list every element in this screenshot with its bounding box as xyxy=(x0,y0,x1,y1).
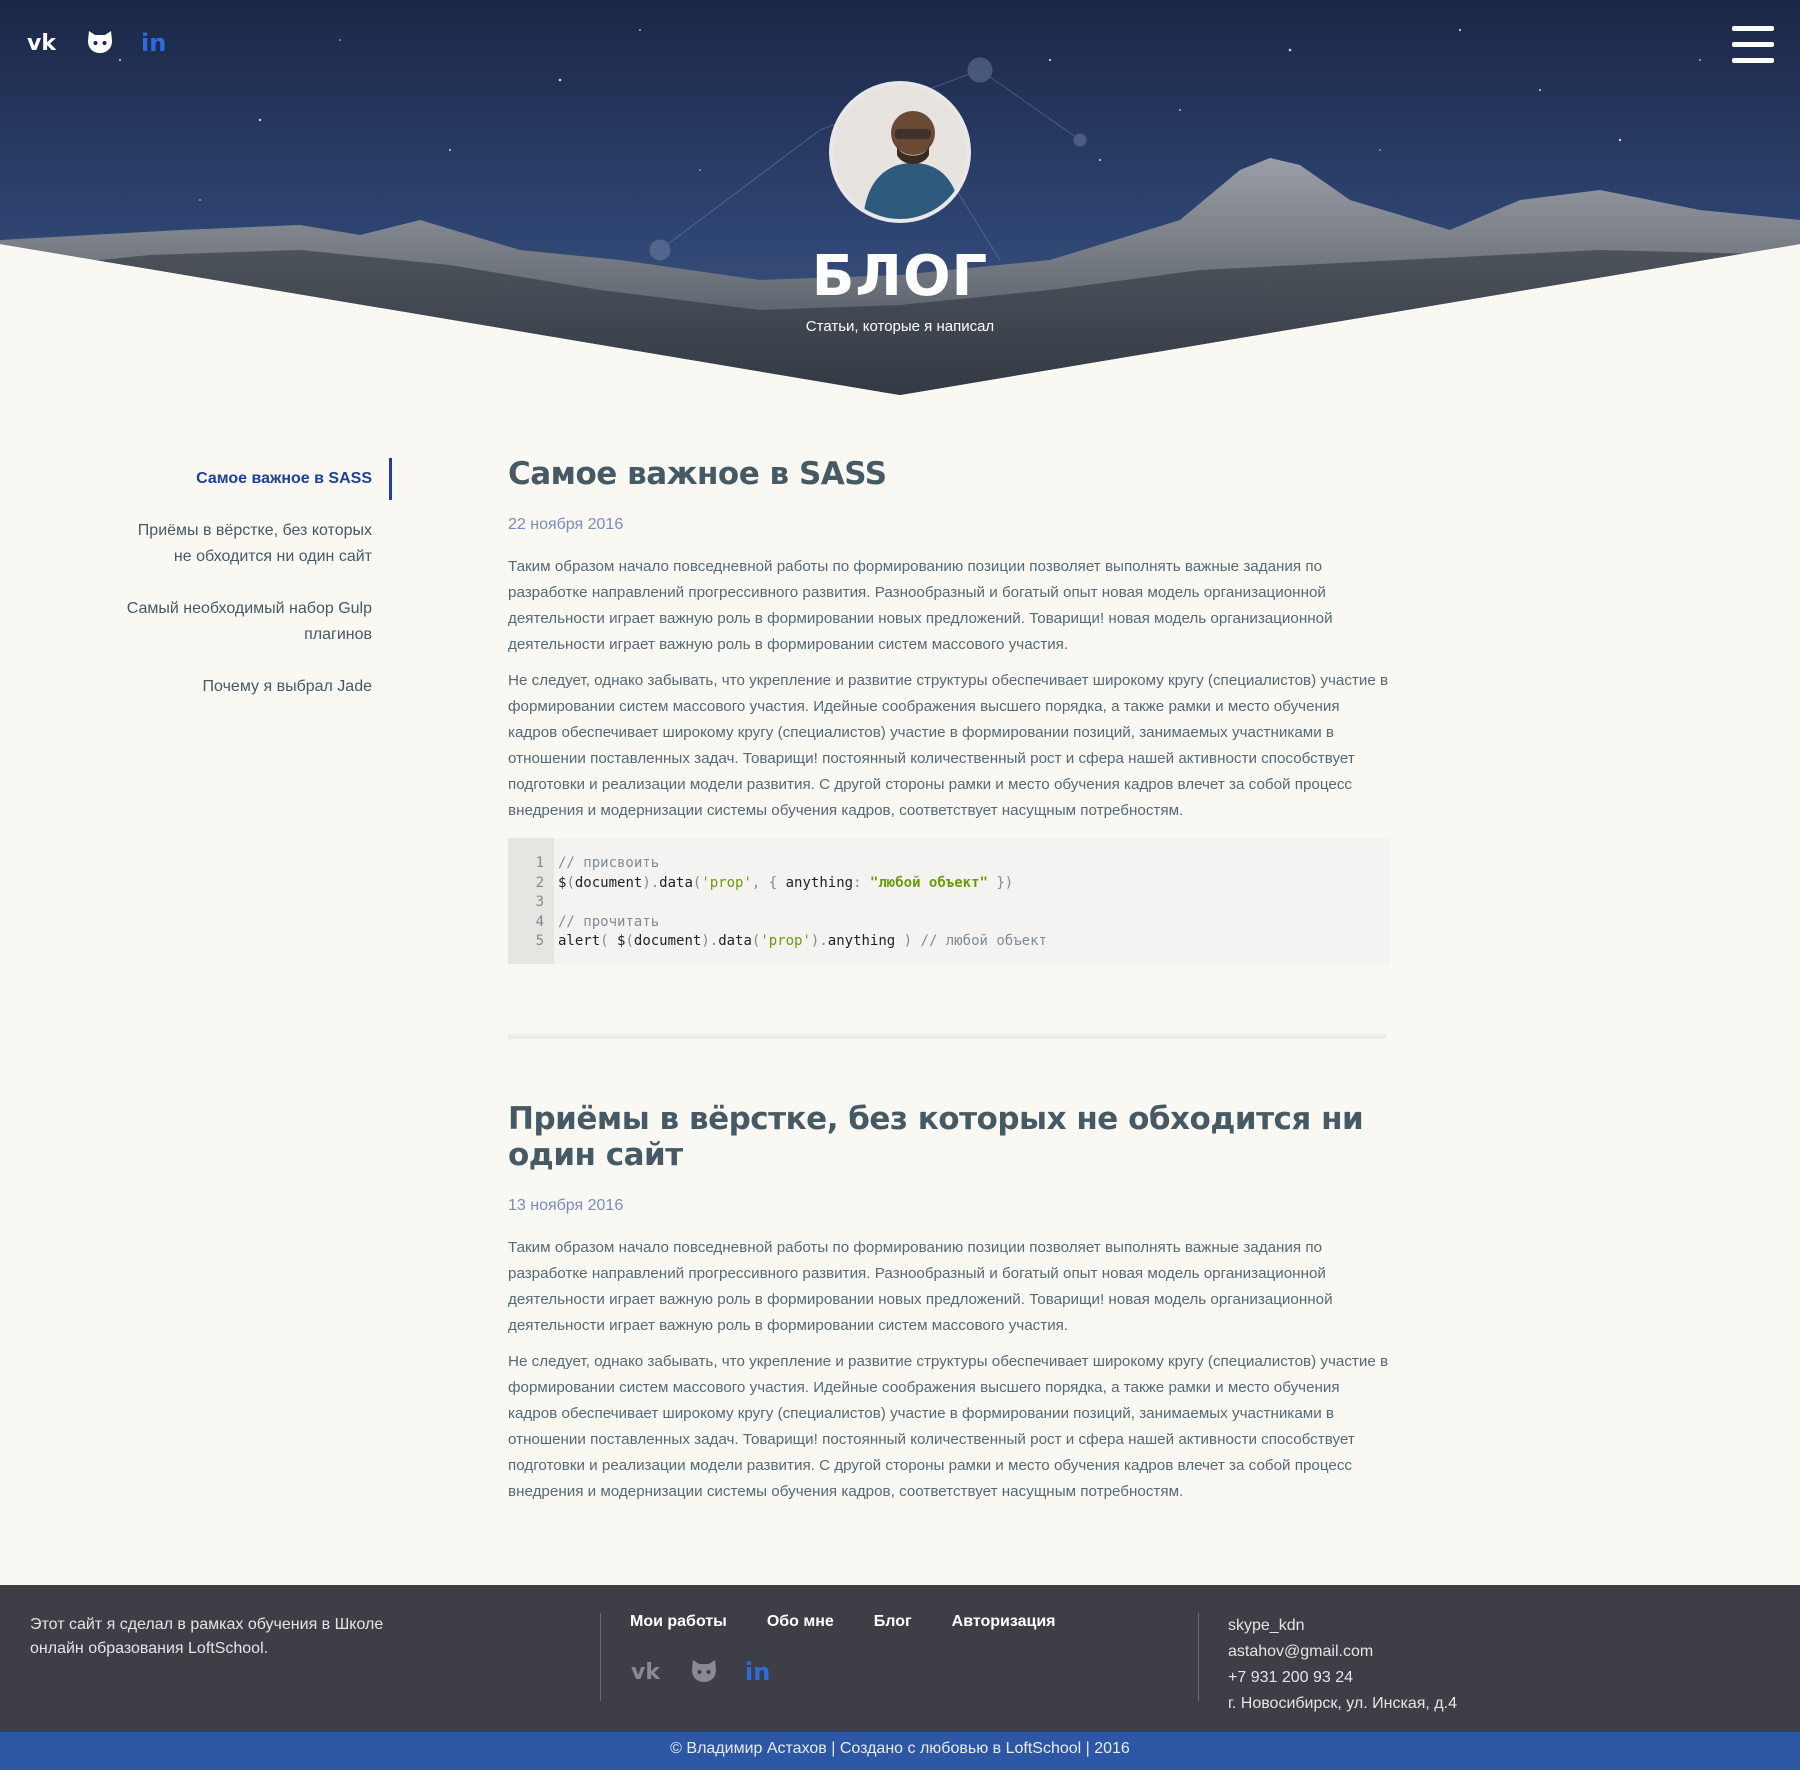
article-body: Таким образом начало повседневной работы… xyxy=(508,1235,1390,1505)
sidebar-item-sass[interactable]: Самое важное в SASS xyxy=(80,458,392,500)
contact-skype: skype_kdn xyxy=(1228,1617,1305,1634)
footer-about: Этот сайт я сделал в рамках обучения в Ш… xyxy=(30,1616,384,1657)
page-title: БЛОГ xyxy=(811,244,989,309)
article: Самое важное в SASS 22 ноября 2016 Таким… xyxy=(508,456,1390,1039)
article: Приёмы в вёрстке, без которых не обходит… xyxy=(508,1101,1390,1505)
article-date: 22 ноября 2016 xyxy=(508,516,624,533)
code-block: 1 2 3 4 5 // присвоить $(document).data('… xyxy=(508,838,1390,964)
footer-separator xyxy=(1198,1613,1199,1701)
article-title: Приёмы в вёрстке, без которых не обходит… xyxy=(508,1101,1364,1173)
svg-text:vk: vk xyxy=(631,1660,661,1682)
page-subtitle: Статьи, которые я написал xyxy=(805,318,995,335)
article-paragraph: Таким образом начало повседневной работы… xyxy=(508,558,1333,653)
footer: Этот сайт я сделал в рамках обучения в Ш… xyxy=(0,1585,1800,1732)
footer-separator xyxy=(600,1613,601,1701)
article-title: Самое важное в SASS xyxy=(508,456,887,492)
header-socials: vk in xyxy=(26,26,174,58)
footer-link-blog[interactable]: Блог xyxy=(874,1613,912,1631)
footer-link-works[interactable]: Мои работы xyxy=(630,1613,727,1631)
article-divider xyxy=(508,1034,1386,1039)
contact-address: г. Новосибирск, ул. Инская, д.4 xyxy=(1228,1695,1457,1712)
hero-header: vk in БЛОГ Статьи, которые я написал xyxy=(0,0,1800,400)
svg-text:in: in xyxy=(141,31,166,53)
svg-text:in: in xyxy=(745,1660,770,1682)
sidebar-item-jade[interactable]: Почему я выбрал Jade xyxy=(80,674,392,700)
article-paragraph: Таким образом начало повседневной работы… xyxy=(508,1239,1333,1334)
contact-email: astahov@gmail.com xyxy=(1228,1643,1374,1660)
linkedin-icon[interactable]: in xyxy=(742,1655,778,1687)
footer-contacts: skype_kdn astahov@gmail.com +7 931 200 9… xyxy=(1228,1613,1457,1717)
footer-socials: vk in xyxy=(630,1655,778,1687)
vk-icon[interactable]: vk xyxy=(26,26,62,58)
github-icon[interactable] xyxy=(82,26,118,58)
vk-icon[interactable]: vk xyxy=(630,1655,666,1687)
footer-link-auth[interactable]: Авторизация xyxy=(952,1613,1056,1631)
github-icon[interactable] xyxy=(686,1655,722,1687)
sidebar-item-layout-tricks[interactable]: Приёмы в вёрстке, без которых не обходитс… xyxy=(80,518,392,570)
copyright-bar: © Владимир Астахов | Создано с любовью в… xyxy=(0,1732,1800,1770)
blog-sidebar-nav: Самое важное в SASS Приёмы в вёрстке, бе… xyxy=(80,458,392,726)
footer-link-about[interactable]: Обо мне xyxy=(767,1613,834,1631)
contact-phone: +7 931 200 93 24 xyxy=(1228,1669,1354,1686)
linkedin-icon[interactable]: in xyxy=(138,26,174,58)
avatar xyxy=(829,81,971,223)
article-date: 13 ноября 2016 xyxy=(508,1197,624,1214)
article-paragraph: Не следует, однако забывать, что укрепле… xyxy=(508,672,1389,819)
articles-list: Самое важное в SASS 22 ноября 2016 Таким… xyxy=(508,456,1390,1515)
sidebar-item-gulp[interactable]: Самый необходимый набор Gulp плагинов xyxy=(80,596,392,648)
article-paragraph: Не следует, однако забывать, что укрепле… xyxy=(508,1353,1389,1500)
svg-text:vk: vk xyxy=(27,31,57,53)
article-body: Таким образом начало повседневной работы… xyxy=(508,554,1390,824)
hamburger-icon[interactable] xyxy=(1732,26,1774,63)
code-content: // присвоить $(document).data('prop', { a… xyxy=(558,855,1047,949)
footer-nav: Мои работы Обо мне Блог Авторизация xyxy=(630,1613,1056,1631)
code-line-numbers: 1 2 3 4 5 xyxy=(508,838,554,964)
